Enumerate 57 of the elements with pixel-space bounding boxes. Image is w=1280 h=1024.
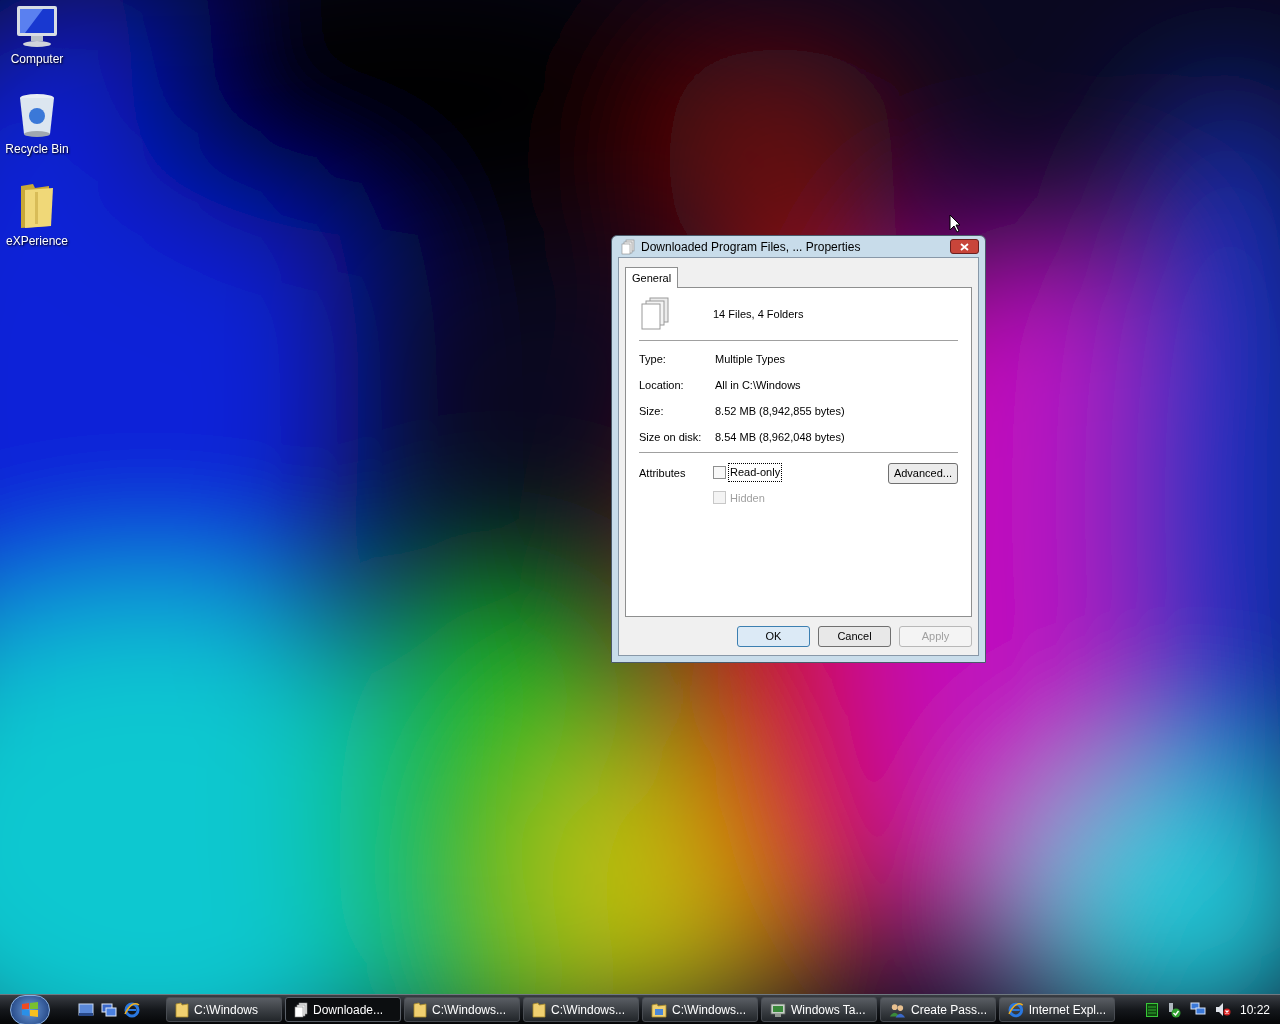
taskbar-button[interactable]: Create Pass...	[880, 997, 996, 1022]
checkbox-label: Hidden	[729, 490, 766, 506]
property-label: Size:	[639, 403, 665, 419]
monitor-icon	[770, 1001, 786, 1018]
clock[interactable]: 10:22	[1239, 1000, 1270, 1019]
folder-icon	[175, 1001, 189, 1018]
folder-icon	[19, 182, 55, 230]
mouse-cursor-icon	[949, 214, 961, 233]
property-label: Location:	[639, 377, 685, 393]
taskbar-button[interactable]: C:\Windows...	[642, 997, 758, 1022]
meter-icon	[1145, 1002, 1158, 1017]
desktop-icon	[78, 1002, 94, 1017]
checkbox-label: Read-only	[728, 463, 783, 482]
start-button[interactable]	[10, 994, 50, 1024]
property-value: All in C:\Windows	[715, 377, 801, 393]
taskbar-button[interactable]: Downloade...	[285, 997, 401, 1022]
property-value: Multiple Types	[715, 351, 786, 367]
property-value: 8.52 MB (8,942,855 bytes)	[715, 403, 845, 419]
taskbar-button[interactable]: Internet Expl...	[999, 997, 1115, 1022]
property-label: Type:	[639, 351, 667, 367]
taskbar-button[interactable]: C:\Windows...	[523, 997, 639, 1022]
users-icon	[889, 1001, 906, 1018]
tab[interactable]: General	[625, 267, 679, 288]
taskbar-button[interactable]: C:\Windows	[166, 997, 282, 1022]
browser-icon	[124, 1001, 140, 1018]
taskbar-button[interactable]: C:\Windows...	[404, 997, 520, 1022]
browser-icon	[1008, 1001, 1024, 1018]
dialog-button[interactable]: OK	[737, 626, 810, 647]
documents-icon	[294, 1001, 308, 1018]
documents-icon	[640, 297, 672, 331]
folder-icon	[413, 1001, 427, 1018]
property-label: Size on disk:	[639, 429, 703, 445]
recycle-bin-icon	[17, 92, 57, 138]
property-value: 8.54 MB (8,962,048 bytes)	[715, 429, 845, 445]
windows-icon	[101, 1002, 117, 1017]
window-title: Downloaded Program Files, ... Properties	[641, 238, 861, 256]
desktop-icon-label[interactable]: Computer	[10, 50, 64, 68]
folder-icon	[532, 1001, 546, 1018]
dialog-button[interactable]: Cancel	[818, 626, 891, 647]
shield-check-icon	[1166, 1001, 1181, 1018]
windows-logo-icon	[21, 1001, 39, 1018]
documents-icon	[621, 238, 635, 255]
taskbar-button[interactable]: Windows Ta...	[761, 997, 877, 1022]
desktop-icon-label[interactable]: eXPerience	[5, 232, 68, 250]
close-button[interactable]	[950, 239, 979, 254]
selection-summary: 14 Files, 4 Folders	[713, 306, 804, 322]
checkbox[interactable]	[713, 465, 726, 479]
network-icon	[1189, 1002, 1206, 1017]
quick-launch-button[interactable]	[124, 1001, 140, 1018]
quick-launch-button[interactable]	[78, 1002, 94, 1017]
muted-speaker-icon	[1214, 1002, 1231, 1017]
close-icon	[960, 242, 969, 251]
attributes-label: Attributes	[639, 466, 687, 481]
quick-launch-button[interactable]	[101, 1002, 117, 1017]
folder-icon	[651, 1001, 667, 1018]
desktop-icon-label[interactable]: Recycle Bin	[5, 140, 69, 158]
advanced-button[interactable]: Advanced...	[887, 463, 958, 484]
